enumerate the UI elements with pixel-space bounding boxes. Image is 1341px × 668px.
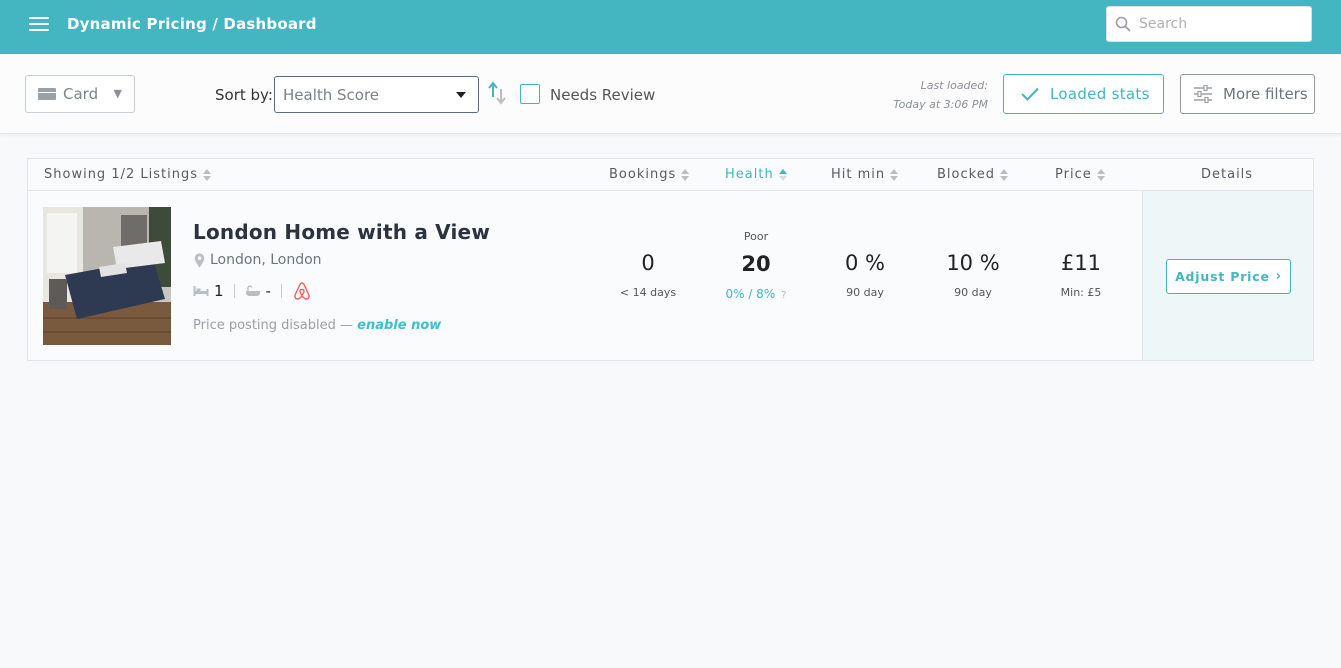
adjust-price-button[interactable]: Adjust Price › [1166,259,1291,294]
price-cell: £11 Min: £5 [1041,251,1121,299]
hit-min-value: 0 % [845,251,885,275]
loaded-stats-label: Loaded stats [1050,85,1150,103]
needs-review-checkbox[interactable] [520,84,540,104]
table-header: Showing 1/2 Listings Bookings Health Hit… [28,159,1313,191]
column-header-price[interactable]: Price [1055,167,1106,182]
listing-location-text: London, London [210,252,322,268]
card-view-icon [38,88,56,100]
bathtub-icon [245,285,260,296]
page-title: Dynamic Pricing / Dashboard [67,15,317,33]
bath-count: - [265,282,271,300]
top-navbar: Dynamic Pricing / Dashboard [0,0,1341,54]
needs-review-label[interactable]: Needs Review [550,86,655,104]
blocked-cell: 10 % 90 day [933,251,1013,299]
column-header-label: Showing 1/2 Listings [44,167,198,182]
airbnb-icon[interactable] [292,281,312,301]
bed-count: 1 [214,282,224,300]
details-cell: Adjust Price › [1142,191,1313,360]
last-loaded-info: Last loaded: Today at 3:06 PM [870,76,988,114]
last-loaded-label: Last loaded: [920,79,988,92]
health-cell: 20 0% / 8%? [716,252,796,301]
more-filters-button[interactable]: More filters [1180,74,1315,114]
health-detail: 0% / 8%? [716,287,796,301]
health-detail-text: 0% / 8% [725,287,776,301]
blocked-value: 10 % [946,251,1000,275]
divider [280,284,282,298]
column-header-blocked[interactable]: Blocked [937,167,1009,182]
sort-by-value: Health Score [283,85,380,104]
enable-now-link[interactable]: enable now [357,318,441,333]
sort-asc-icon [778,168,788,182]
sort-direction-icon[interactable] [487,81,507,105]
bookings-value: 0 [641,251,655,275]
search-icon [1115,16,1131,32]
last-loaded-time: Today at 3:06 PM [893,98,988,111]
blocked-sub: 90 day [954,286,992,299]
hamburger-menu-icon[interactable] [29,17,49,33]
listing-location: London, London [194,252,322,268]
help-icon[interactable]: ? [781,290,786,301]
filter-toolbar: Card ▼ Sort by: Health Score Needs Revie… [0,54,1341,134]
listing-title[interactable]: London Home with a View [193,220,490,244]
column-header-hit-min[interactable]: Hit min [831,167,899,182]
sort-arrows-icon [202,168,212,182]
adjust-price-label: Adjust Price [1175,269,1270,284]
listing-meta: 1 - [193,281,312,301]
column-header-bookings[interactable]: Bookings [609,167,690,182]
view-mode-label: Card [63,85,99,103]
loaded-stats-button[interactable]: Loaded stats [1003,74,1164,114]
listing-row: London Home with a View London, London 1… [28,191,1313,360]
chevron-right-icon: › [1275,269,1282,284]
price-value: £11 [1060,251,1102,275]
column-header-label: Health [725,167,774,182]
caret-down-icon [456,92,466,98]
bed-icon [193,286,209,296]
search-box[interactable] [1106,6,1312,42]
caret-down-icon: ▼ [113,87,122,100]
sort-by-label: Sort by: [215,86,273,104]
health-score: 20 [741,252,771,276]
sort-arrows-icon [1096,168,1106,182]
column-header-label: Hit min [831,167,886,182]
listings-table: Showing 1/2 Listings Bookings Health Hit… [27,158,1314,361]
price-min: Min: £5 [1060,286,1102,299]
health-rating: Poor [743,230,769,243]
bookings-sub: < 14 days [619,286,677,299]
map-pin-icon [194,253,205,267]
bedroom-photo-image [43,207,171,345]
column-header-listings[interactable]: Showing 1/2 Listings [44,167,212,182]
divider [233,284,235,298]
column-header-label: Bookings [609,167,677,182]
hit-min-sub: 90 day [846,286,884,299]
checkmark-icon [1021,87,1039,101]
column-header-label: Details [1201,167,1254,182]
sort-arrows-icon [681,168,690,182]
column-header-details: Details [1201,167,1253,182]
listing-photo[interactable] [43,207,171,345]
column-header-label: Blocked [937,167,995,182]
price-posting-text: Price posting disabled — [193,318,358,333]
more-filters-label: More filters [1223,85,1308,103]
sort-by-select[interactable]: Health Score [274,76,479,113]
view-mode-select[interactable]: Card ▼ [25,75,135,113]
sort-arrows-icon [890,168,899,182]
bookings-cell: 0 < 14 days [608,251,688,299]
sort-arrows-icon [999,168,1009,182]
price-posting-note: Price posting disabled — enable now [193,318,441,333]
sliders-icon [1194,85,1212,103]
column-header-label: Price [1055,167,1092,182]
search-input[interactable] [1139,16,1299,32]
column-header-health[interactable]: Health [725,167,788,182]
hit-min-cell: 0 % 90 day [825,251,905,299]
